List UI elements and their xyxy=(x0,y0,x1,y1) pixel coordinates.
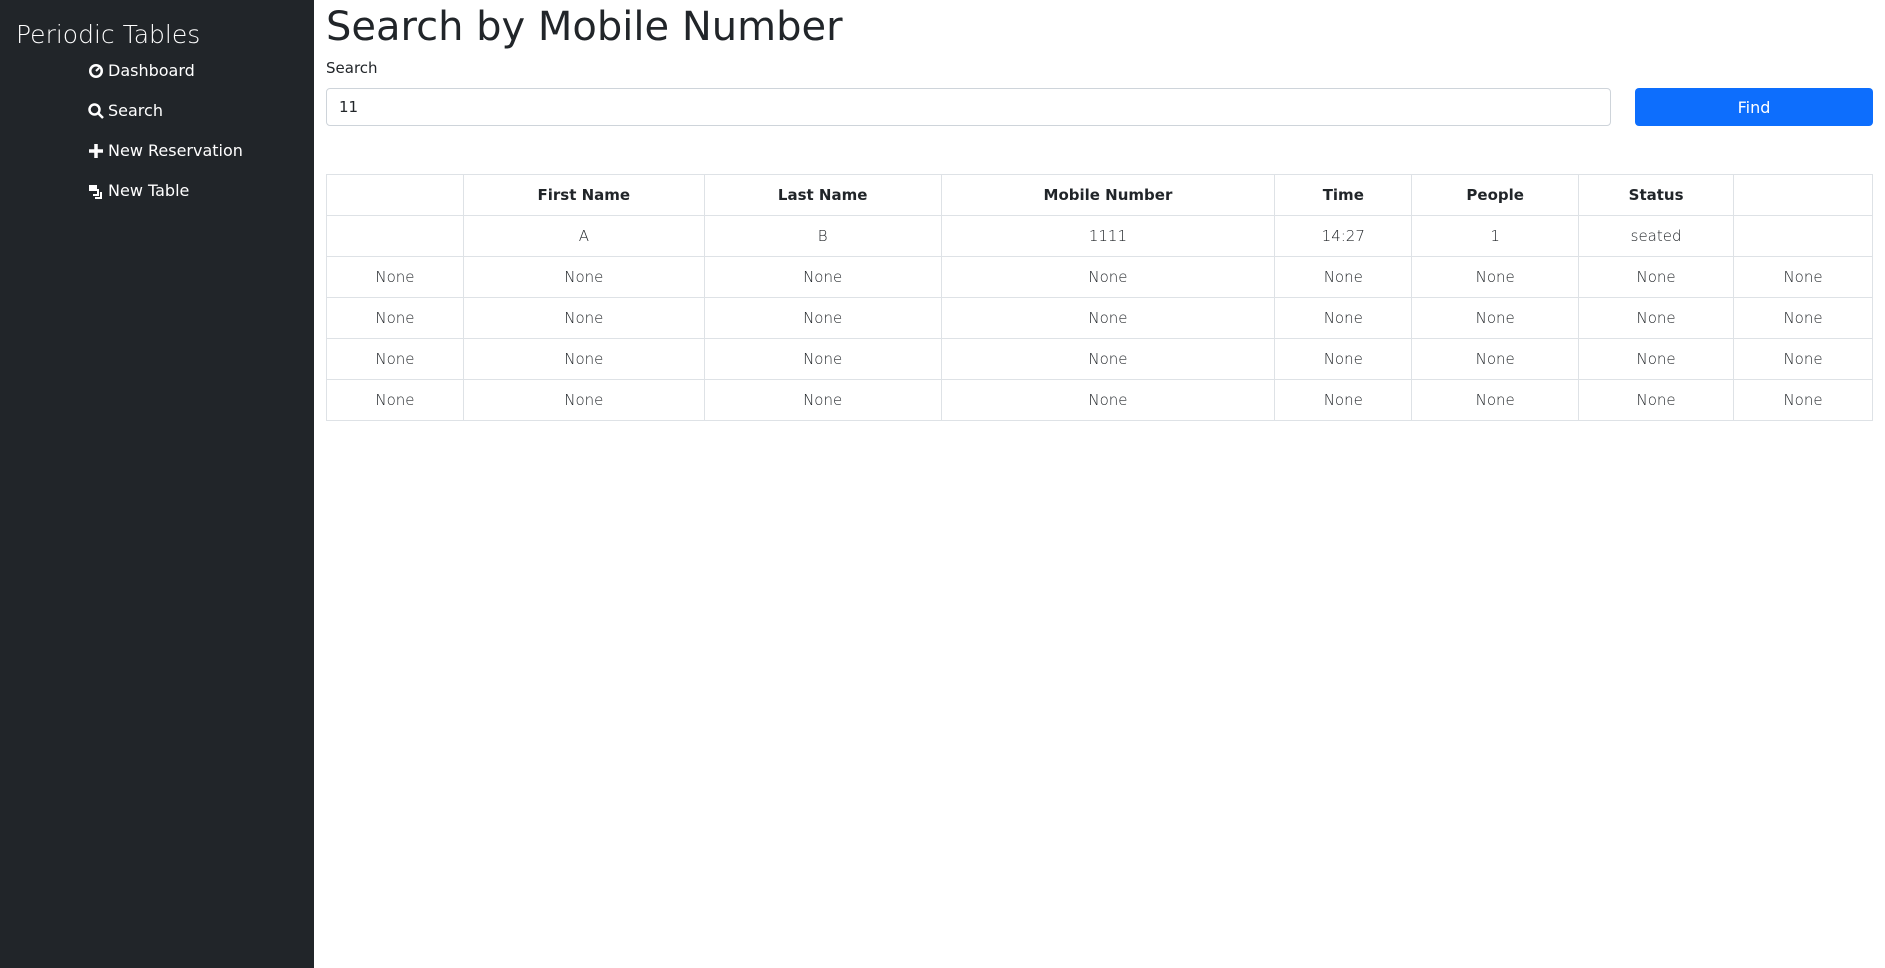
column-header: First Name xyxy=(462,174,705,216)
table-cell: None xyxy=(326,297,464,339)
table-cell: None xyxy=(1733,338,1873,380)
sidebar-item-search[interactable]: Search xyxy=(88,101,163,120)
table-row: A B 1111 14:27 1 seated xyxy=(326,215,1873,257)
column-header xyxy=(1733,174,1873,216)
table-cell: None xyxy=(462,297,705,339)
plus-icon xyxy=(89,143,103,158)
table-cell: None xyxy=(1274,297,1413,339)
table-cell: None xyxy=(1578,338,1735,380)
table-cell: None xyxy=(1578,297,1735,339)
column-header: People xyxy=(1411,174,1580,216)
search-input[interactable] xyxy=(326,88,1611,126)
header-row: First Name Last Name Mobile Number Time Peop… xyxy=(326,174,1873,216)
table-cell xyxy=(326,215,464,257)
dashboard-icon xyxy=(89,63,103,78)
sidebar-item-label: Search xyxy=(108,101,163,120)
sidebar-item-label: New Reservation xyxy=(108,141,243,160)
table-cell: None xyxy=(462,338,705,380)
table-row: None None None None None None None None xyxy=(326,297,1873,339)
table-cell: None xyxy=(326,379,464,421)
column-header: Mobile Number xyxy=(940,174,1276,216)
sidebar-item-new-reservation[interactable]: New Reservation xyxy=(88,141,243,160)
table-cell: B xyxy=(703,215,942,257)
table-cell: None xyxy=(1733,256,1873,298)
table-cell: None xyxy=(940,379,1276,421)
table-cell: None xyxy=(1411,379,1580,421)
table-row: None None None None None None None None xyxy=(326,338,1873,380)
column-header xyxy=(326,174,464,216)
table-cell: None xyxy=(1411,297,1580,339)
table-cell xyxy=(1733,215,1873,257)
column-header: Last Name xyxy=(703,174,942,216)
search-label: Search xyxy=(326,59,378,77)
table-cell: None xyxy=(1578,256,1735,298)
table-icon xyxy=(89,184,102,199)
table-cell: 14:27 xyxy=(1274,215,1413,257)
reservations-table: First Name Last Name Mobile Number Time Peop… xyxy=(326,174,1873,421)
sidebar-item-dashboard[interactable]: Dashboard xyxy=(88,61,195,80)
page-title: Search by Mobile Number xyxy=(326,4,843,50)
table-cell: None xyxy=(703,379,942,421)
table-cell: 1 xyxy=(1411,215,1580,257)
table-cell: None xyxy=(1733,379,1873,421)
table-cell: None xyxy=(940,256,1276,298)
table-cell: None xyxy=(703,256,942,298)
sidebar-item-new-table[interactable]: New Table xyxy=(88,181,189,200)
table-cell: A xyxy=(462,215,705,257)
sidebar-item-label: New Table xyxy=(108,181,190,200)
table-cell: None xyxy=(326,338,464,380)
table-cell: None xyxy=(940,338,1276,380)
table-cell: None xyxy=(1274,256,1413,298)
table-cell: None xyxy=(462,256,705,298)
table-cell: None xyxy=(1411,256,1580,298)
table-cell: None xyxy=(462,379,705,421)
search-icon xyxy=(88,102,104,119)
sidebar-item-label: Dashboard xyxy=(108,61,195,80)
table-cell: 1111 xyxy=(940,215,1276,257)
table-cell: None xyxy=(703,297,942,339)
table-cell: seated xyxy=(1578,215,1735,257)
table-cell: None xyxy=(1274,338,1413,380)
table-cell: None xyxy=(1274,379,1413,421)
table-cell: None xyxy=(1411,338,1580,380)
table-cell: None xyxy=(940,297,1276,339)
column-header: Status xyxy=(1578,174,1735,216)
find-button[interactable]: Find xyxy=(1635,88,1873,126)
table-cell: None xyxy=(1578,379,1735,421)
table-row: None None None None None None None None xyxy=(326,256,1873,298)
table-cell: None xyxy=(703,338,942,380)
sidebar: Periodic Tables Dashboard Search New Res… xyxy=(0,0,314,968)
brand: Periodic Tables xyxy=(16,20,201,49)
table-cell: None xyxy=(326,256,464,298)
column-header: Time xyxy=(1274,174,1413,216)
table-row: None None None None None None None None xyxy=(326,379,1873,421)
table-cell: None xyxy=(1733,297,1873,339)
